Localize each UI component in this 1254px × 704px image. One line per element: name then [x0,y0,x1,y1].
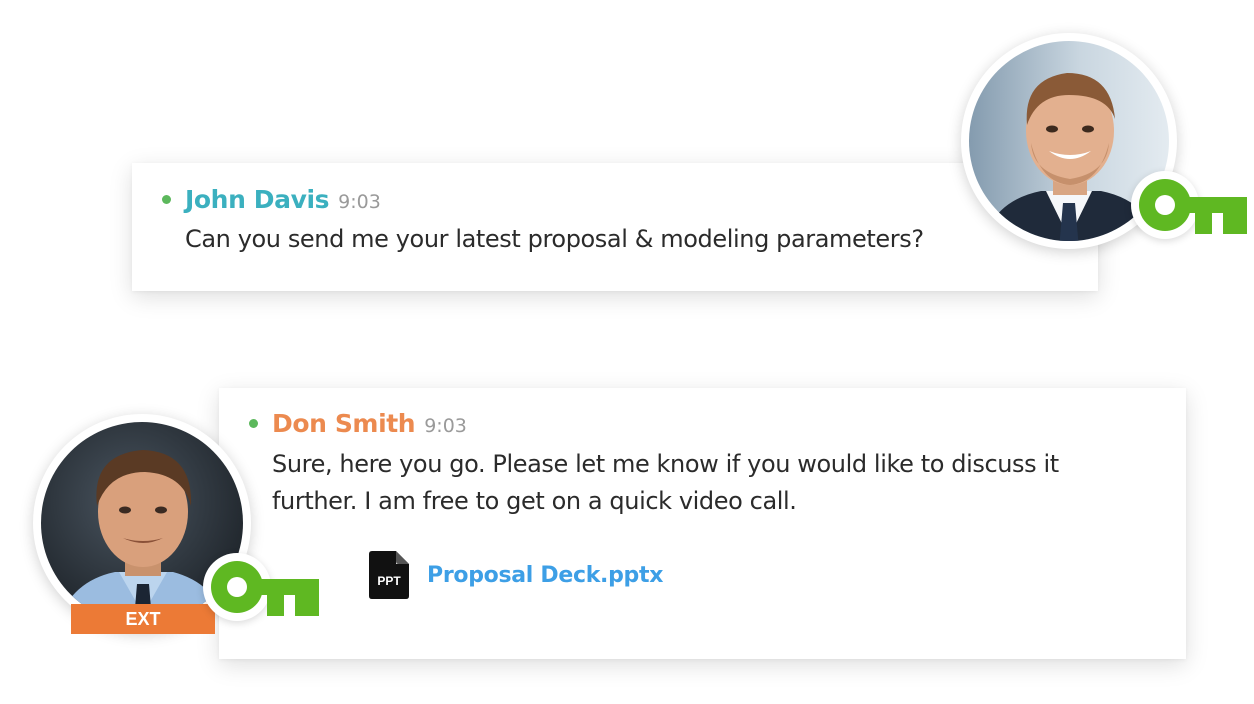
external-user-badge: EXT [71,604,215,634]
message-text: Can you send me your latest proposal & m… [185,225,924,253]
message-header: John Davis 9:03 [162,185,381,214]
message-card-don: Don Smith 9:03 Sure, here you go. Please… [219,388,1186,659]
encryption-key-icon [203,553,319,621]
online-status-dot [249,419,258,428]
online-status-dot [162,195,171,204]
message-card-john: John Davis 9:03 Can you send me your lat… [132,163,1098,291]
ppt-file-icon[interactable]: PPT [369,551,409,599]
message-timestamp: 9:03 [338,191,381,213]
encryption-key-icon [1131,171,1247,239]
message-timestamp: 9:03 [424,415,467,437]
file-type-label: PPT [377,574,401,588]
message-text: Sure, here you go. Please let me know if… [272,450,1059,515]
attachment-filename-link[interactable]: Proposal Deck.pptx [427,563,663,588]
sender-name[interactable]: Don Smith [272,409,416,438]
sender-name[interactable]: John Davis [185,185,330,214]
message-header: Don Smith 9:03 [249,409,467,438]
file-attachment[interactable]: PPT Proposal Deck.pptx [369,551,663,599]
